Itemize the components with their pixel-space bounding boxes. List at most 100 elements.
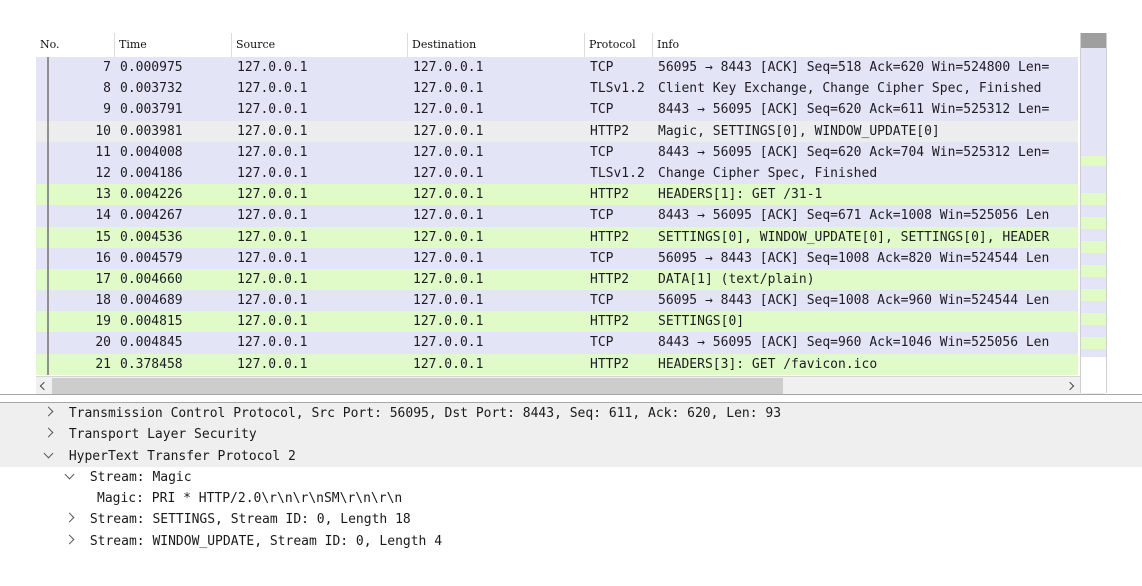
column-header-destination[interactable]: Destination [408, 33, 585, 57]
cell-time: 0.004226 [120, 187, 183, 203]
column-header-info[interactable]: Info [653, 33, 1078, 57]
packet-row[interactable]: 21 0.378458 127.0.0.1 127.0.0.1 HTTP2 HE… [36, 353, 1078, 375]
minimap-stripe [1081, 166, 1106, 193]
cell-info: HEADERS[1]: GET /31-1 [658, 187, 823, 203]
minimap-stripe [1081, 289, 1106, 301]
cell-source: 127.0.0.1 [237, 123, 308, 139]
cell-source: 127.0.0.1 [237, 229, 308, 245]
cell-protocol: TCP [590, 335, 614, 351]
expand-chevron-icon[interactable] [43, 448, 54, 459]
cell-source: 127.0.0.1 [237, 314, 308, 330]
detail-tree-row[interactable]: Magic: PRI * HTTP/2.0\r\n\r\nSM\r\n\r\n [0, 488, 1142, 509]
column-header-time[interactable]: Time [115, 33, 232, 57]
cell-destination: 127.0.0.1 [413, 314, 484, 330]
expand-chevron-icon[interactable] [64, 513, 75, 523]
cell-time: 0.003732 [120, 81, 183, 97]
packet-row[interactable]: 20 0.004845 127.0.0.1 127.0.0.1 TCP 8443… [36, 332, 1078, 354]
packet-row[interactable]: 11 0.004008 127.0.0.1 127.0.0.1 TCP 8443… [36, 141, 1078, 163]
detail-tree-row[interactable]: Stream: WINDOW_UPDATE, Stream ID: 0, Len… [0, 531, 1142, 552]
cell-destination: 127.0.0.1 [413, 165, 484, 181]
minimap-stripe [1081, 48, 1106, 156]
cell-info: Client Key Exchange, Change Cipher Spec,… [658, 81, 1042, 97]
detail-tree-row[interactable]: Stream: SETTINGS, Stream ID: 0, Length 1… [0, 509, 1142, 530]
packet-row[interactable]: 10 0.003981 127.0.0.1 127.0.0.1 HTTP2 Ma… [36, 120, 1078, 142]
minimap-stripe [1081, 349, 1106, 357]
cell-protocol: HTTP2 [590, 271, 630, 287]
cell-protocol: TLSv1.2 [590, 165, 645, 181]
cell-destination: 127.0.0.1 [413, 102, 484, 118]
packet-row[interactable]: 17 0.004660 127.0.0.1 127.0.0.1 HTTP2 DA… [36, 268, 1078, 291]
packet-row[interactable]: 12 0.004186 127.0.0.1 127.0.0.1 TLSv1.2 … [36, 162, 1078, 185]
cell-source: 127.0.0.1 [237, 81, 308, 97]
column-header-no[interactable]: No. [36, 33, 115, 57]
horizontal-scrollbar[interactable] [36, 376, 1105, 395]
expand-chevron-icon[interactable] [43, 427, 54, 438]
packet-row[interactable]: 15 0.004536 127.0.0.1 127.0.0.1 HTTP2 SE… [36, 226, 1078, 248]
detail-tree-label: Transmission Control Protocol, Src Port:… [68, 406, 782, 421]
detail-tree-row[interactable]: Stream: Magic [0, 467, 1142, 488]
minimap-stripe [1081, 217, 1106, 229]
packet-row[interactable]: 16 0.004579 127.0.0.1 127.0.0.1 TCP 5609… [36, 247, 1078, 269]
detail-tree-row[interactable]: Transmission Control Protocol, Src Port:… [0, 403, 1142, 425]
packet-details-pane: Transmission Control Protocol, Src Port:… [0, 403, 1142, 586]
pane-splitter[interactable] [0, 394, 1142, 403]
cell-protocol: TCP [590, 293, 614, 309]
cell-info: 8443 → 56095 [ACK] Seq=960 Ack=1046 Win=… [658, 335, 1050, 351]
scroll-right-button[interactable] [1062, 377, 1078, 395]
cell-info: HEADERS[3]: GET /favicon.ico [658, 356, 878, 372]
cell-time: 0.004536 [120, 229, 183, 245]
cell-destination: 127.0.0.1 [413, 81, 484, 97]
cell-destination: 127.0.0.1 [413, 335, 484, 351]
cell-info: 56095 → 8443 [ACK] Seq=1008 Ack=960 Win=… [658, 293, 1050, 309]
cell-info: DATA[1] (text/plain) [658, 271, 815, 287]
column-header-protocol[interactable]: Protocol [585, 33, 653, 57]
packet-row[interactable]: 19 0.004815 127.0.0.1 127.0.0.1 HTTP2 SE… [36, 311, 1078, 333]
minimap-stripe [1081, 277, 1106, 289]
scroll-left-button[interactable] [36, 377, 52, 395]
vertical-scrollbar-minimap[interactable] [1080, 33, 1107, 393]
cell-info: 56095 → 8443 [ACK] Seq=518 Ack=620 Win=5… [658, 60, 1050, 75]
cell-info: SETTINGS[0] [658, 314, 745, 330]
column-header-source[interactable]: Source [232, 33, 408, 57]
cell-time: 0.378458 [120, 356, 183, 372]
cell-info: 56095 → 8443 [ACK] Seq=1008 Ack=820 Win=… [658, 250, 1050, 266]
expand-chevron-icon[interactable] [43, 406, 54, 417]
cell-source: 127.0.0.1 [237, 60, 308, 75]
cell-source: 127.0.0.1 [237, 335, 308, 351]
packet-rows: 7 0.000975 127.0.0.1 127.0.0.1 TCP 56095… [36, 57, 1078, 375]
packet-row[interactable]: 14 0.004267 127.0.0.1 127.0.0.1 TCP 8443… [36, 205, 1078, 227]
vertical-scrollbar-thumb[interactable] [1081, 33, 1106, 48]
cell-destination: 127.0.0.1 [413, 187, 484, 203]
cell-protocol: TCP [590, 60, 614, 75]
cell-destination: 127.0.0.1 [413, 60, 484, 75]
chevron-left-icon [39, 381, 49, 391]
cell-info: SETTINGS[0], WINDOW_UPDATE[0], SETTINGS[… [658, 229, 1050, 245]
cell-destination: 127.0.0.1 [413, 293, 484, 309]
minimap-stripe [1081, 301, 1106, 313]
cell-time: 0.004845 [120, 335, 183, 351]
cell-info: 8443 → 56095 [ACK] Seq=620 Ack=704 Win=5… [658, 144, 1050, 160]
horizontal-scrollbar-thumb[interactable] [52, 378, 783, 394]
minimap-stripe [1081, 325, 1106, 337]
cell-info: 8443 → 56095 [ACK] Seq=620 Ack=611 Win=5… [658, 102, 1050, 118]
cell-time: 0.000975 [120, 60, 183, 75]
packet-row[interactable]: 13 0.004226 127.0.0.1 127.0.0.1 HTTP2 HE… [36, 184, 1078, 206]
cell-protocol: TLSv1.2 [590, 81, 645, 97]
detail-tree-row[interactable]: Transport Layer Security [0, 424, 1142, 446]
cell-time: 0.004267 [120, 208, 183, 224]
cell-info: 8443 → 56095 [ACK] Seq=671 Ack=1008 Win=… [658, 208, 1050, 224]
cell-time: 0.004186 [120, 165, 183, 181]
expand-chevron-icon[interactable] [64, 534, 75, 545]
minimap-stripe [1081, 241, 1106, 253]
packet-row[interactable]: 18 0.004689 127.0.0.1 127.0.0.1 TCP 5609… [36, 290, 1078, 312]
packet-row[interactable]: 8 0.003732 127.0.0.1 127.0.0.1 TLSv1.2 C… [36, 78, 1078, 100]
cell-source: 127.0.0.1 [237, 250, 308, 266]
packet-row[interactable]: 7 0.000975 127.0.0.1 127.0.0.1 TCP 56095… [36, 57, 1078, 79]
cell-info: Magic, SETTINGS[0], WINDOW_UPDATE[0] [658, 123, 940, 139]
detail-tree-label: Stream: WINDOW_UPDATE, Stream ID: 0, Len… [89, 533, 443, 549]
packet-row[interactable]: 9 0.003791 127.0.0.1 127.0.0.1 TCP 8443 … [36, 99, 1078, 121]
detail-tree-row[interactable]: HyperText Transfer Protocol 2 [0, 445, 1142, 467]
minimap-stripe [1081, 193, 1106, 205]
expand-chevron-icon[interactable] [64, 469, 75, 480]
cell-destination: 127.0.0.1 [413, 229, 484, 245]
